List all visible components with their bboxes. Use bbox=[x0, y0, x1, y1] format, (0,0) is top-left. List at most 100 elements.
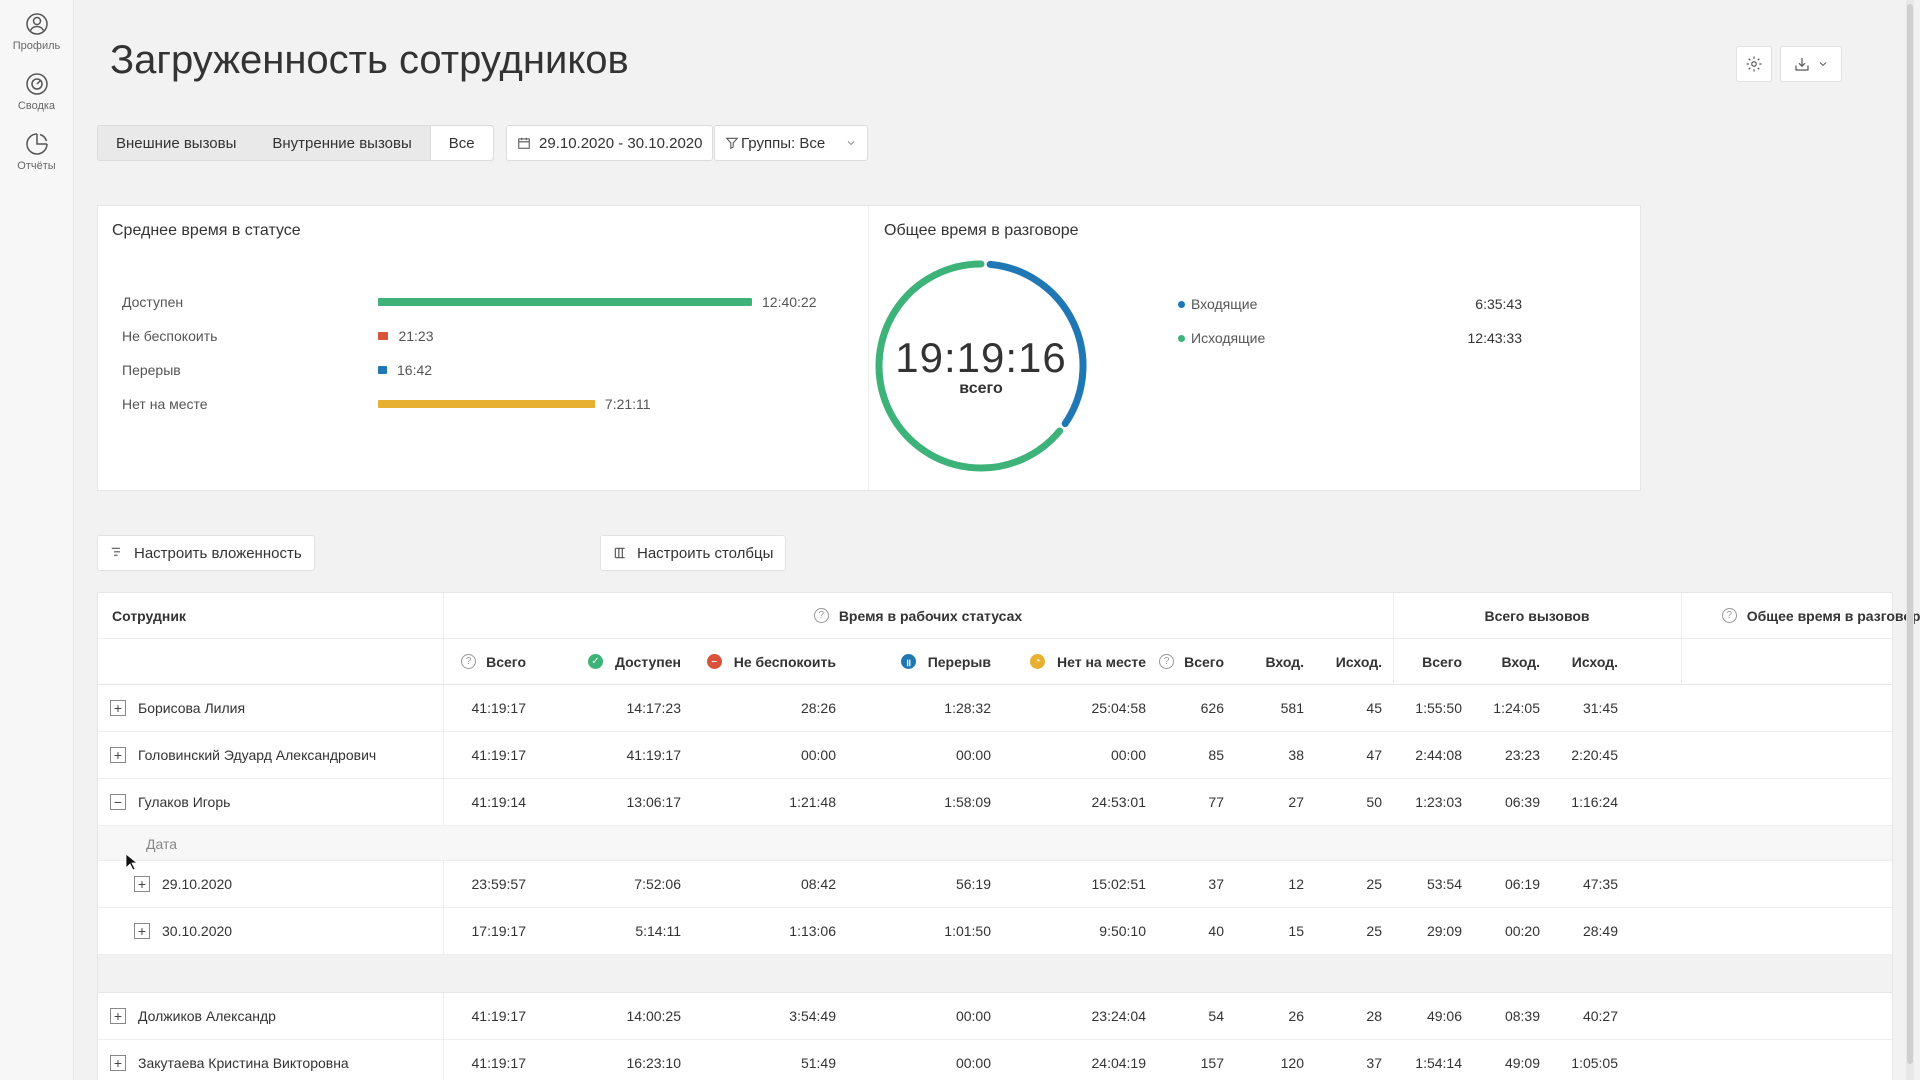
cell-dnd: 28:26 bbox=[800, 700, 836, 716]
employee-cell: + Закутаева Кристина Викторовна bbox=[110, 1040, 349, 1080]
table-header-groups: Сотрудник ? Время в рабочих статусах Все… bbox=[98, 593, 1920, 639]
col-header-label: Всего bbox=[1184, 653, 1224, 670]
break-status-icon: ॥ bbox=[900, 654, 916, 669]
table-row[interactable]: + Борисова Лилия 41:19:17 14:17:23 28:26 1:28… bbox=[98, 685, 1892, 732]
table-row[interactable]: + Головинский Эдуард Александрович 41:19:1… bbox=[98, 732, 1892, 779]
legend-item-incoming: Входящие 6:35:43 bbox=[1178, 296, 1522, 312]
cell-break: 56:19 bbox=[955, 876, 991, 892]
tab-all-calls[interactable]: Все bbox=[429, 126, 493, 160]
status-bar bbox=[378, 332, 389, 340]
table-subrow[interactable]: +29.10.2020 23:59:57 7:52:06 08:42 56:19 15:0… bbox=[98, 861, 1892, 908]
help-icon[interactable]: ? bbox=[461, 654, 477, 669]
legend-value: 12:43:33 bbox=[1467, 330, 1523, 346]
status-bar bbox=[378, 400, 595, 408]
cell-away: 25:04:58 bbox=[1091, 700, 1147, 716]
talk-total-label: всего bbox=[959, 380, 1003, 397]
status-row: Не беспокоить 21:23 bbox=[122, 326, 434, 346]
col-header-label: Всего bbox=[486, 653, 526, 670]
table-row[interactable]: + Закутаева Кристина Викторовна 41:19:17 16… bbox=[98, 1040, 1892, 1080]
sub-header-label: Дата bbox=[146, 836, 178, 852]
sidebar-item-reports[interactable]: Отчёты bbox=[0, 132, 73, 182]
donut-center: 19:19:16 всего bbox=[871, 334, 1091, 398]
employee-cell: − Гулаков Игорь bbox=[110, 779, 230, 825]
export-button[interactable] bbox=[1780, 46, 1842, 82]
expand-icon[interactable]: + bbox=[110, 747, 126, 763]
expand-icon[interactable]: + bbox=[134, 923, 150, 939]
col-header-label: Исход. bbox=[1571, 653, 1618, 670]
legend-value: 6:35:43 bbox=[1475, 296, 1522, 312]
sidebar-item-label: Профиль bbox=[12, 40, 61, 52]
status-label: Перерыв bbox=[122, 362, 181, 378]
legend-label: Входящие bbox=[1191, 296, 1258, 312]
expand-icon[interactable]: + bbox=[134, 876, 150, 892]
col-header-label: Не беспокоить bbox=[733, 653, 836, 670]
configure-nesting-label: Настроить вложенность bbox=[134, 544, 302, 562]
cell-away: 9:50:10 bbox=[1099, 923, 1146, 939]
col-header-dnd[interactable]: – Не беспокоить bbox=[681, 639, 850, 684]
scrollbar-thumb[interactable] bbox=[1907, 4, 1913, 1064]
cell-talk_out: 1:16:24 bbox=[1571, 794, 1618, 810]
cell-away: 15:02:51 bbox=[1091, 876, 1147, 892]
help-icon[interactable]: ? bbox=[1159, 654, 1175, 669]
outgoing-dot-icon bbox=[1178, 334, 1185, 342]
expand-icon[interactable]: + bbox=[110, 1055, 126, 1071]
col-header-available[interactable]: ✓ Доступен bbox=[526, 639, 695, 684]
cell-talk_out: 1:05:05 bbox=[1571, 1055, 1618, 1071]
cell-break: 00:00 bbox=[955, 747, 991, 763]
status-label: Не беспокоить bbox=[122, 328, 218, 344]
groups-filter-value: Группы: Все bbox=[741, 134, 826, 152]
gear-icon bbox=[1746, 56, 1762, 72]
status-bar bbox=[378, 366, 387, 374]
dashboard-icon bbox=[25, 73, 48, 95]
cell-available: 14:00:25 bbox=[626, 1008, 682, 1024]
employee-name: 30.10.2020 bbox=[162, 923, 233, 939]
dnd-status-icon: – bbox=[706, 654, 722, 669]
sidebar-item-profile[interactable]: Профиль bbox=[0, 12, 73, 62]
status-label: Нет на месте bbox=[122, 396, 208, 412]
help-icon[interactable]: ? bbox=[1721, 608, 1737, 623]
col-header-label: Доступен bbox=[615, 653, 681, 670]
cell-talk_out: 47:35 bbox=[1582, 876, 1618, 892]
summary-card: Среднее время в статусе Доступен 12:40:22… bbox=[97, 205, 1641, 491]
help-icon[interactable]: ? bbox=[813, 608, 829, 623]
group-talk-label: Общее время в разговоре bbox=[1746, 607, 1920, 624]
sidebar-item-label: Сводка bbox=[17, 100, 56, 112]
employee-name: Борисова Лилия bbox=[138, 700, 246, 716]
configure-nesting-button[interactable]: Настроить вложенность bbox=[97, 535, 315, 571]
cell-break: 1:01:50 bbox=[944, 923, 991, 939]
date-range-picker[interactable]: 29.10.2020 - 30.10.2020 bbox=[506, 125, 714, 161]
tab-external-calls[interactable]: Внешние вызовы bbox=[98, 126, 254, 160]
groups-filter[interactable]: Группы: Все bbox=[714, 125, 868, 161]
table-row[interactable]: + Должиков Александр 41:19:17 14:00:25 3:54:… bbox=[98, 993, 1892, 1040]
call-type-tabs: Внешние вызовы Внутренние вызовы Все bbox=[97, 125, 494, 161]
cell-dnd: 51:49 bbox=[800, 1055, 836, 1071]
col-header-break[interactable]: ॥ Перерыв bbox=[836, 639, 1005, 684]
group-spacer bbox=[98, 955, 1892, 993]
cell-away: 24:04:19 bbox=[1091, 1055, 1147, 1071]
employee-name: 29.10.2020 bbox=[162, 876, 233, 892]
col-header-away[interactable]: ◔ Нет на месте bbox=[991, 639, 1160, 684]
status-row: Нет на месте 7:21:11 bbox=[122, 394, 651, 414]
cell-talk_out: 40:27 bbox=[1582, 1008, 1618, 1024]
collapse-icon[interactable]: − bbox=[110, 794, 126, 810]
employee-name: Должиков Александр bbox=[138, 1008, 276, 1024]
cell-break: 00:00 bbox=[955, 1055, 991, 1071]
page-title: Загруженность сотрудников bbox=[110, 38, 629, 82]
settings-button[interactable] bbox=[1736, 46, 1772, 82]
expand-icon[interactable]: + bbox=[110, 700, 126, 716]
sidebar-item-summary[interactable]: Сводка bbox=[0, 72, 73, 122]
chevron-down-icon bbox=[1819, 62, 1827, 67]
cell-break: 00:00 bbox=[955, 1008, 991, 1024]
reports-icon bbox=[25, 133, 48, 155]
table-subrow[interactable]: +30.10.2020 17:19:17 5:14:11 1:13:06 1:01:50… bbox=[98, 908, 1892, 955]
expand-icon[interactable]: + bbox=[110, 1008, 126, 1024]
table-row[interactable]: − Гулаков Игорь 41:19:14 13:06:17 1:21:48 1:5… bbox=[98, 779, 1892, 826]
cell-dnd: 00:00 bbox=[800, 747, 836, 763]
nesting-icon bbox=[111, 547, 120, 556]
configure-columns-button[interactable]: Настроить столбцы bbox=[600, 535, 787, 571]
available-status-icon: ✓ bbox=[588, 654, 603, 669]
cell-break: 1:28:32 bbox=[944, 700, 991, 716]
col-header-label: Вход. bbox=[1501, 653, 1540, 670]
tab-internal-calls[interactable]: Внутренние вызовы bbox=[254, 126, 429, 160]
col-header-talk_out[interactable]: Исход. bbox=[1540, 639, 1632, 684]
